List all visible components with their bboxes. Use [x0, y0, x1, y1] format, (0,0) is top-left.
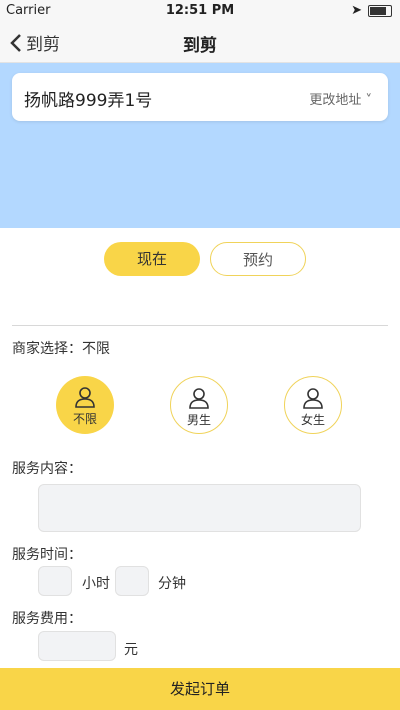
change-address-button[interactable]: 更改地址 ˅: [309, 89, 372, 108]
status-bar: Carrier 12:51 PM ➤: [0, 0, 400, 22]
map-area[interactable]: 扬帆路999弄1号 更改地址 ˅: [0, 63, 400, 228]
address-card[interactable]: 扬帆路999弄1号 更改地址 ˅: [12, 73, 388, 121]
page-title: 到剪: [183, 36, 217, 56]
minutes-unit: 分钟: [158, 576, 186, 592]
gender-option-male[interactable]: 男生: [170, 376, 228, 434]
book-button[interactable]: 预约: [210, 242, 306, 276]
now-button[interactable]: 现在: [104, 242, 200, 276]
person-icon: [75, 387, 95, 408]
gender-label: 不限: [72, 412, 97, 426]
clock: 12:51 PM: [165, 3, 235, 18]
service-time-label: 服务时间：: [12, 547, 82, 563]
divider: [12, 325, 388, 326]
service-content-input[interactable]: [38, 484, 361, 532]
submit-bar[interactable]: 发起订单: [0, 668, 400, 710]
service-content-label: 服务内容：: [12, 461, 82, 477]
location-icon: ➤: [351, 3, 362, 18]
navigation-bar: 到剪 到剪: [0, 22, 400, 63]
person-icon: [303, 388, 323, 409]
hours-input[interactable]: [38, 566, 72, 596]
status-icons: ➤: [351, 3, 392, 18]
address-text: 扬帆路999弄1号: [24, 91, 153, 111]
service-fee-label: 服务费用：: [12, 611, 82, 627]
fee-unit: 元: [124, 642, 138, 658]
gender-label: 男生: [186, 413, 211, 427]
submit-order-button[interactable]: 发起订单: [0, 678, 400, 699]
merchant-value: 不限: [82, 341, 110, 357]
hours-unit: 小时: [82, 576, 110, 592]
person-icon: [189, 388, 209, 409]
minutes-input[interactable]: [115, 566, 149, 596]
gender-label: 女生: [300, 413, 325, 427]
battery-icon: [368, 4, 392, 17]
gender-option-any[interactable]: 不限: [56, 376, 114, 434]
gender-option-female[interactable]: 女生: [284, 376, 342, 434]
merchant-label: 商家选择：: [12, 341, 82, 357]
merchant-selection: 商家选择：不限: [12, 338, 110, 358]
fee-input[interactable]: [38, 631, 116, 661]
